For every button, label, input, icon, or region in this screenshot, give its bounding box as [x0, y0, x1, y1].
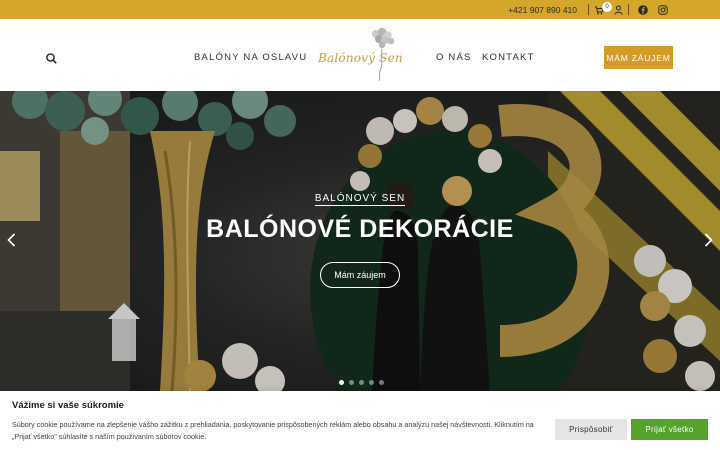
cookie-customize-button[interactable]: Prispôsobiť: [555, 419, 627, 440]
phone-number[interactable]: +421 907 890 410: [508, 5, 577, 15]
chevron-right-icon: [704, 233, 713, 247]
logo-text: Balónový Sen: [318, 51, 403, 65]
cookie-text: Súbory cookie používame na zlepšenie váš…: [12, 420, 534, 441]
divider: [588, 4, 589, 15]
search-icon: [46, 53, 57, 64]
hero-kicker: BALÓNOVÝ SEN: [0, 193, 720, 206]
site-header: BALÓNY NA OSLAVU Balónový Sen O NÁS KONT…: [0, 19, 720, 91]
user-icon: [614, 5, 623, 15]
site-logo[interactable]: Balónový Sen: [314, 23, 410, 83]
hero-slider: BALÓNOVÝ SEN BALÓNOVÉ DEKORÁCIE Mám záuj…: [0, 91, 720, 391]
nav-balony-na-oslavu[interactable]: BALÓNY NA OSLAVU: [194, 52, 307, 63]
instagram-link[interactable]: [658, 4, 668, 15]
cookie-accept-all-button[interactable]: Prijať všetko: [631, 419, 708, 440]
cookie-title: Vážime si vaše súkromie: [12, 400, 124, 411]
slider-dot[interactable]: [359, 380, 364, 385]
search-button[interactable]: [46, 51, 57, 69]
slider-dot[interactable]: [369, 380, 374, 385]
account-button[interactable]: [614, 5, 623, 15]
nav-o-nas[interactable]: O NÁS: [436, 52, 472, 63]
slider-dot[interactable]: [349, 380, 354, 385]
slider-dot[interactable]: [379, 380, 384, 385]
hero-kicker-text: BALÓNOVÝ SEN: [314, 193, 406, 206]
cart-button[interactable]: 0: [594, 1, 612, 15]
slider-next-button[interactable]: [704, 233, 713, 252]
instagram-icon: [658, 4, 668, 15]
slider-dot[interactable]: [339, 380, 344, 385]
chevron-left-icon: [7, 233, 16, 247]
slider-dots: [339, 380, 384, 385]
header-cta-button[interactable]: MÁM ZÁUJEM: [604, 46, 673, 69]
divider: [628, 4, 629, 15]
nav-kontakt[interactable]: KONTAKT: [482, 52, 535, 63]
hero-cta-button[interactable]: Mám záujem: [320, 262, 400, 288]
facebook-icon: [638, 4, 648, 15]
top-bar: +421 907 890 410 0: [0, 0, 720, 19]
cookie-banner: Vážime si vaše súkromie Súbory cookie po…: [0, 391, 720, 450]
facebook-link[interactable]: [638, 4, 648, 15]
slider-prev-button[interactable]: [7, 233, 16, 252]
cart-count-badge: 0: [602, 1, 612, 12]
hero-title: BALÓNOVÉ DEKORÁCIE: [206, 215, 514, 243]
